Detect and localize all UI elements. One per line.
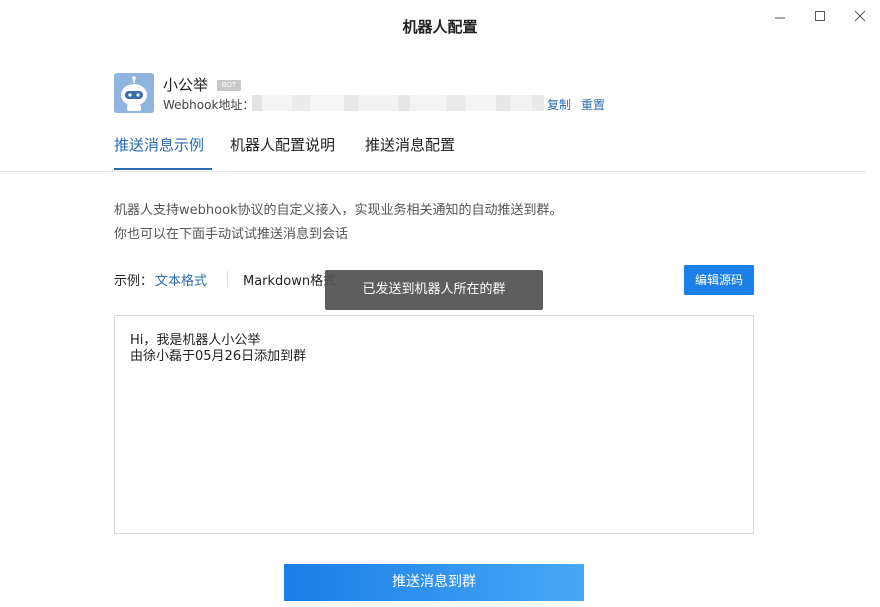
example-label: 示例： bbox=[114, 274, 154, 289]
toast-message: 已发送到机器人所在的群 bbox=[325, 270, 543, 310]
copy-link[interactable]: 复制 bbox=[547, 96, 571, 113]
edit-source-button[interactable]: 编辑源码 bbox=[684, 265, 754, 295]
title-bar: 机器人配置 bbox=[0, 0, 880, 50]
webhook-label: Webhook地址： bbox=[163, 98, 255, 112]
description-line-1: 机器人支持webhook协议的自定义接入，实现业务相关通知的自动推送到群。 bbox=[114, 203, 563, 218]
reset-link[interactable]: 重置 bbox=[581, 96, 605, 113]
close-icon[interactable] bbox=[849, 6, 871, 26]
push-message-button[interactable]: 推送消息到群 bbox=[284, 564, 584, 601]
tab-bot-config-guide[interactable]: 机器人配置说明 bbox=[230, 134, 335, 155]
active-tab-indicator bbox=[114, 168, 212, 170]
divider bbox=[0, 171, 866, 172]
minimize-icon[interactable] bbox=[769, 6, 791, 26]
maximize-icon[interactable] bbox=[809, 6, 831, 26]
option-separator bbox=[227, 271, 228, 287]
description: 机器人支持webhook协议的自定义接入，实现业务相关通知的自动推送到群。 你也… bbox=[114, 199, 563, 247]
description-line-2: 你也可以在下面手动试试推送消息到会话 bbox=[114, 227, 349, 242]
markdown-format-option[interactable]: Markdown格式 bbox=[243, 270, 336, 289]
tab-push-example[interactable]: 推送消息示例 bbox=[114, 134, 204, 155]
robot-avatar-icon bbox=[114, 73, 154, 113]
text-format-option[interactable]: 文本格式 bbox=[155, 270, 207, 289]
window-title: 机器人配置 bbox=[402, 18, 478, 36]
bot-badge: BOT bbox=[217, 80, 241, 91]
editor-line-2: 由徐小磊于05月26日添加到群 bbox=[130, 349, 307, 364]
message-editor[interactable]: Hi，我是机器人小公举 由徐小磊于05月26日添加到群 bbox=[114, 315, 754, 534]
bot-name: 小公举 bbox=[163, 76, 209, 94]
tab-push-config[interactable]: 推送消息配置 bbox=[365, 134, 455, 155]
webhook-url-redacted bbox=[252, 95, 554, 111]
